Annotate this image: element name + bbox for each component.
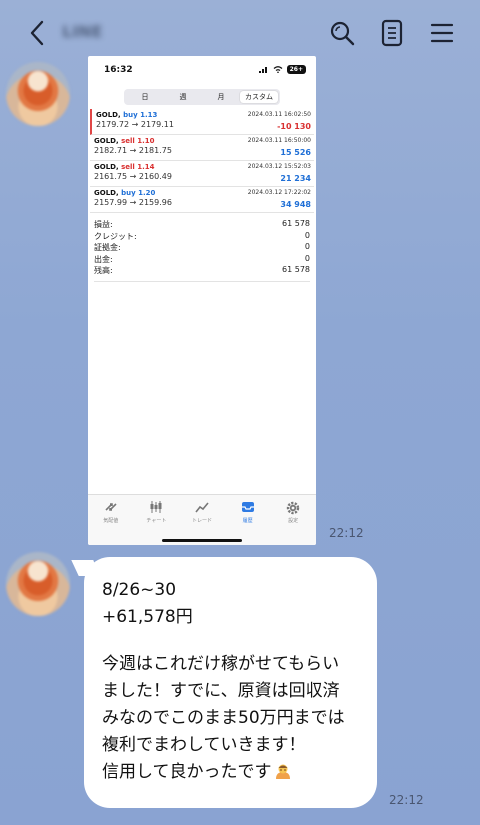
summary-row: 証拠金: 0 bbox=[94, 242, 310, 254]
summary-value: 0 bbox=[304, 242, 310, 251]
arrows-icon bbox=[88, 501, 134, 515]
tab-label: 設定 bbox=[288, 518, 299, 524]
summary-label: 証拠金: bbox=[94, 243, 121, 252]
trade-symbol: GOLD, bbox=[94, 163, 119, 171]
tab-label: 履歴 bbox=[242, 518, 253, 524]
trade-side: sell bbox=[121, 137, 135, 145]
tab-history[interactable]: 履歴 bbox=[225, 495, 271, 545]
message-line: ました！すでに、原資は回収済 bbox=[102, 681, 340, 701]
summary-value: 0 bbox=[304, 253, 310, 263]
summary-value: 61 578 bbox=[282, 219, 310, 228]
tab-trade[interactable]: トレード bbox=[179, 495, 225, 545]
trade-date: 2024.03.12 17:22:02 bbox=[247, 189, 311, 196]
image-message[interactable]: 16:32 26+ 日 週 月 カスタム GOLD, buy 1.13 2024… bbox=[88, 56, 316, 545]
message-line: みなのでこのまま50万円までは bbox=[102, 708, 345, 728]
trade-symbol: GOLD, bbox=[94, 189, 119, 197]
trade-row[interactable]: GOLD, sell 1.10 2024.03.11 16:50:00 2182… bbox=[90, 135, 314, 161]
message-timestamp: 22:12 bbox=[329, 526, 364, 540]
app-tab-bar: 気配値 チャート トレード 履歴 設定 bbox=[88, 494, 316, 545]
avatar[interactable] bbox=[6, 552, 70, 616]
trade-side: buy bbox=[123, 111, 138, 119]
menu-icon bbox=[430, 23, 454, 43]
summary-label: 残高: bbox=[94, 266, 113, 275]
chat-header: LINE bbox=[0, 0, 480, 64]
message-line: 複利でまわしていきます！ bbox=[102, 735, 306, 755]
candles-icon bbox=[134, 501, 180, 515]
trade-symbol: GOLD, bbox=[96, 111, 121, 119]
segment-day[interactable]: 日 bbox=[126, 91, 164, 103]
text-message-bubble[interactable]: 8/26~30 +61,578円 今週はこれだけ稼がせてもらい ました！すでに、… bbox=[84, 557, 377, 808]
bowing-person-emoji bbox=[275, 764, 290, 779]
gear-icon bbox=[270, 501, 316, 515]
tab-label: 気配値 bbox=[103, 518, 119, 524]
segment-month[interactable]: 月 bbox=[202, 91, 240, 103]
home-indicator bbox=[162, 539, 242, 542]
tab-label: チャート bbox=[146, 518, 167, 524]
trade-profit: 21 234 bbox=[280, 174, 311, 183]
note-button[interactable] bbox=[375, 16, 409, 50]
summary-value: 0 bbox=[304, 230, 310, 240]
trade-prices: 2157.99 → 2159.96 bbox=[94, 198, 172, 207]
tab-chart[interactable]: チャート bbox=[134, 495, 180, 545]
message-line: 信用して良かったです bbox=[102, 762, 272, 782]
trade-prices: 2182.71 → 2181.75 bbox=[94, 146, 172, 155]
summary-label: 出金: bbox=[94, 254, 113, 264]
search-icon bbox=[330, 21, 355, 46]
trade-row[interactable]: GOLD, sell 1.14 2024.03.12 15:52:03 2161… bbox=[90, 161, 314, 187]
segment-week[interactable]: 週 bbox=[164, 91, 202, 103]
trade-row[interactable]: GOLD, buy 1.13 2024.03.11 16:02:50 2179.… bbox=[90, 109, 314, 135]
summary-row: 残高: 61 578 bbox=[94, 265, 310, 277]
status-icons: 26+ bbox=[258, 65, 306, 74]
trade-date: 2024.03.12 15:52:03 bbox=[247, 163, 311, 170]
search-button[interactable] bbox=[325, 16, 359, 50]
message-line: 今週はこれだけ稼がせてもらい bbox=[102, 654, 340, 674]
trade-date: 2024.03.11 16:02:50 bbox=[247, 111, 311, 118]
summary-value: 61 578 bbox=[282, 265, 310, 274]
tab-label: トレード bbox=[191, 518, 212, 524]
summary-label: クレジット: bbox=[94, 231, 137, 241]
trade-lots: 1.20 bbox=[138, 189, 156, 197]
summary-label: 損益: bbox=[94, 220, 113, 229]
trade-date: 2024.03.11 16:50:00 bbox=[247, 137, 311, 144]
summary-row: 出金: 0 bbox=[94, 254, 310, 266]
note-icon bbox=[381, 19, 403, 47]
signal-icon bbox=[258, 67, 267, 73]
chevron-left-icon bbox=[30, 20, 44, 46]
wifi-icon bbox=[273, 66, 283, 73]
message-line: 8/26~30 bbox=[102, 580, 177, 600]
trade-symbol: GOLD, bbox=[94, 137, 119, 145]
tab-settings[interactable]: 設定 bbox=[270, 495, 316, 545]
message-line: +61,578円 bbox=[102, 607, 193, 627]
back-button[interactable] bbox=[20, 16, 54, 50]
trade-row[interactable]: GOLD, buy 1.20 2024.03.12 17:22:02 2157.… bbox=[90, 187, 314, 213]
trade-lots: 1.13 bbox=[140, 111, 158, 119]
period-segmented-control: 日 週 月 カスタム bbox=[124, 89, 280, 105]
trade-prices: 2161.75 → 2160.49 bbox=[94, 172, 172, 181]
avatar[interactable] bbox=[6, 62, 70, 126]
menu-button[interactable] bbox=[425, 16, 459, 50]
trend-icon bbox=[179, 501, 225, 515]
trade-profit: -10 130 bbox=[277, 122, 311, 131]
account-summary: 損益: 61 578 クレジット: 0 証拠金: 0 出金: 0 残高: 61 578 bbox=[94, 219, 310, 282]
trade-lots: 1.14 bbox=[137, 163, 155, 171]
trade-lots: 1.10 bbox=[137, 137, 155, 145]
trade-list: GOLD, buy 1.13 2024.03.11 16:02:50 2179.… bbox=[90, 109, 314, 213]
tab-quotes[interactable]: 気配値 bbox=[88, 495, 134, 545]
status-time: 16:32 bbox=[104, 65, 133, 75]
inbox-icon bbox=[225, 501, 271, 515]
chat-title: LINE bbox=[62, 22, 103, 41]
battery-indicator: 26+ bbox=[286, 65, 306, 74]
trade-profit: 15 526 bbox=[280, 148, 311, 157]
summary-row: クレジット: 0 bbox=[94, 231, 310, 243]
summary-row: 損益: 61 578 bbox=[94, 219, 310, 231]
message-timestamp: 22:12 bbox=[389, 793, 424, 807]
segment-custom[interactable]: カスタム bbox=[240, 91, 278, 103]
trade-side: sell bbox=[121, 163, 135, 171]
trade-profit: 34 948 bbox=[280, 200, 311, 209]
trade-side: buy bbox=[121, 189, 136, 197]
